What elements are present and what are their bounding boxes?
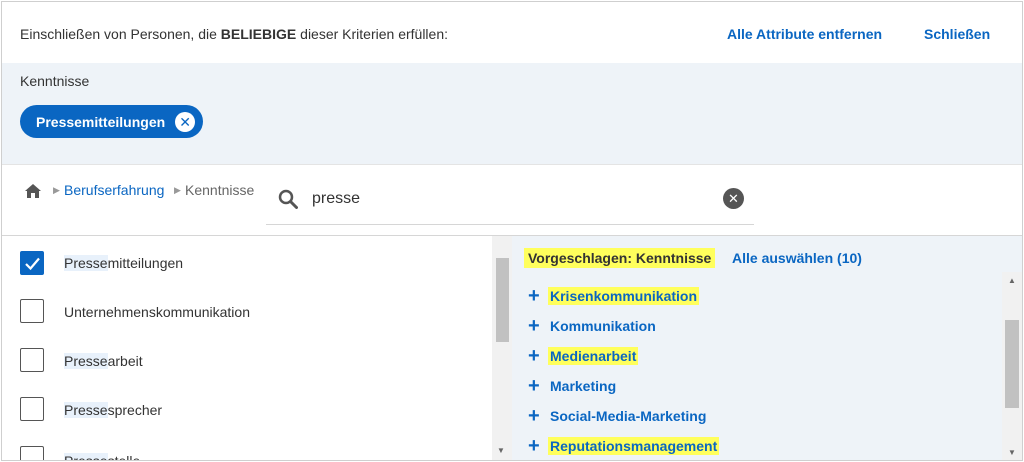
list-item-label: Pressesprecher [64, 402, 163, 418]
close-link[interactable]: Schließen [924, 26, 990, 42]
criteria-emphasis: BELIEBIGE [220, 26, 297, 42]
selected-skill-pill: Pressemitteilungen ✕ [20, 105, 204, 138]
suggestion-item[interactable]: + Marketing [528, 376, 618, 396]
list-item[interactable]: Pressemitteilungen [2, 240, 492, 286]
list-item-label: Pressemitteilungen [64, 255, 184, 271]
checkbox[interactable] [20, 348, 44, 372]
list-item[interactable]: Pressearbeit [2, 338, 492, 384]
filter-panel: Einschließen von Personen, die BELIEBIGE… [1, 1, 1023, 461]
suggestion-item[interactable]: + Social-Media-Marketing [528, 406, 708, 426]
breadcrumb-kenntnisse: Kenntnisse [185, 182, 255, 198]
suggestion-item[interactable]: + Kommunikation [528, 316, 658, 336]
scroll-down-icon[interactable]: ▼ [1008, 448, 1016, 457]
search-input[interactable] [312, 185, 692, 213]
panel-header: Einschließen von Personen, die BELIEBIGE… [2, 2, 1022, 63]
close-circle-icon[interactable]: ✕ [175, 111, 196, 132]
plus-icon: + [528, 345, 540, 367]
suggestions-panel: Vorgeschlagen: Kenntnisse Alle auswählen… [512, 236, 1022, 460]
scrollbar-thumb[interactable] [1005, 320, 1019, 408]
results-list: Pressemitteilungen Unternehmenskommunika… [2, 236, 512, 460]
list-item-label: Pressestelle [60, 447, 144, 460]
scrollbar-thumb[interactable] [496, 258, 509, 342]
list-item[interactable]: Unternehmenskommunikation [2, 289, 492, 335]
selected-attributes: Kenntnisse Pressemitteilungen ✕ [2, 63, 1022, 164]
selected-category-label: Kenntnisse [20, 73, 90, 89]
navigation-row: ▶ Berufserfahrung ▶ Kenntnisse ✕ [2, 164, 1022, 236]
remove-all-attributes-link[interactable]: Alle Attribute entfernen [727, 26, 882, 42]
plus-icon: + [528, 435, 540, 457]
pill-label: Pressemitteilungen [36, 113, 166, 130]
list-item[interactable]: Pressesprecher [2, 387, 492, 433]
plus-icon: + [528, 315, 540, 337]
checkbox[interactable] [20, 397, 44, 421]
chevron-right-icon: ▶ [174, 185, 181, 195]
clear-icon[interactable]: ✕ [723, 188, 744, 209]
checkmark-icon [25, 257, 40, 271]
list-item-label: Pressearbeit [64, 353, 143, 369]
plus-icon: + [528, 285, 540, 307]
results-scrollbar[interactable]: ▼ [492, 236, 512, 460]
scroll-up-icon[interactable]: ▲ [1008, 276, 1016, 285]
suggestion-item[interactable]: + Krisenkommunikation [528, 285, 700, 307]
suggestion-item[interactable]: + Medienarbeit [528, 345, 639, 367]
plus-icon: + [528, 375, 540, 397]
suggestion-item[interactable]: + Reputationsmanagement [528, 435, 720, 457]
checkbox[interactable] [20, 299, 44, 323]
plus-icon: + [528, 405, 540, 427]
search-icon [278, 189, 298, 209]
checkbox-checked[interactable] [20, 251, 44, 275]
criteria-description: Einschließen von Personen, die BELIEBIGE… [20, 26, 449, 42]
select-all-link[interactable]: Alle auswählen (10) [732, 250, 862, 266]
chevron-right-icon: ▶ [53, 185, 60, 195]
search-box: ✕ [266, 171, 754, 225]
list-item-label: Unternehmenskommunikation [64, 304, 250, 320]
breadcrumb-berufserfahrung[interactable]: Berufserfahrung [64, 182, 164, 198]
scroll-down-icon[interactable]: ▼ [497, 446, 505, 455]
checkbox[interactable] [20, 446, 44, 460]
suggestions-title: Vorgeschlagen: Kenntnisse [524, 248, 716, 268]
home-icon[interactable] [24, 183, 42, 199]
suggestions-scrollbar[interactable]: ▲ ▼ [1002, 272, 1022, 460]
list-item[interactable]: Pressestelle [2, 436, 492, 460]
